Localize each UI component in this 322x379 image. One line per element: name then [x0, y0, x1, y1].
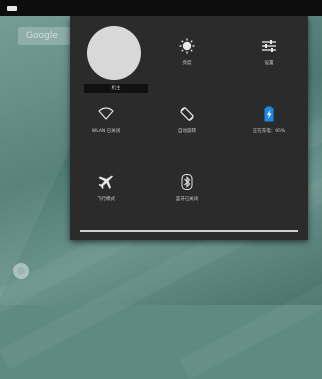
- tile-label: 飞行模式: [97, 197, 115, 202]
- tile-label: 设置: [264, 61, 274, 66]
- user-name: 机主: [84, 84, 148, 93]
- wifi-off-icon: [98, 107, 114, 120]
- tile-airplane[interactable]: 飞行模式: [69, 174, 143, 202]
- brightness-slider-fill: [80, 230, 298, 232]
- settings-sliders-icon: [262, 40, 276, 52]
- status-bar: [0, 0, 322, 16]
- tile-label: WLAN 已关闭: [91, 129, 121, 134]
- auto-rotate-icon: [180, 107, 194, 121]
- tile-label: 亮度: [182, 61, 192, 66]
- tile-label: 蓝牙已关闭: [175, 197, 199, 202]
- tile-bluetooth[interactable]: 蓝牙已关闭: [150, 174, 224, 202]
- notification-icon: [7, 6, 17, 11]
- tile-label: 自动旋转: [178, 129, 196, 134]
- brightness-slider[interactable]: [80, 230, 298, 232]
- battery-charging-icon: [264, 106, 274, 122]
- tile-brightness[interactable]: 亮度: [150, 38, 224, 66]
- brightness-icon: [179, 38, 195, 54]
- search-widget[interactable]: Google: [18, 27, 78, 45]
- avatar: [87, 26, 141, 80]
- quick-settings-panel: 机主 亮度 设置 WLAN 已关闭 自动旋转 正在充电：95% 飞行模式 蓝牙已…: [70, 16, 308, 240]
- tile-settings[interactable]: 设置: [232, 38, 306, 66]
- user-tile[interactable]: 机主: [84, 26, 148, 93]
- tile-label: 正在充电：95%: [252, 129, 286, 134]
- tile-wifi[interactable]: WLAN 已关闭: [69, 106, 143, 134]
- tile-rotation[interactable]: 自动旋转: [150, 106, 224, 134]
- bluetooth-off-icon: [181, 174, 193, 190]
- tile-battery[interactable]: 正在充电：95%: [232, 106, 306, 134]
- app-drawer-icon[interactable]: [13, 263, 29, 279]
- airplane-icon: [98, 175, 113, 189]
- search-hint: Google: [26, 31, 58, 41]
